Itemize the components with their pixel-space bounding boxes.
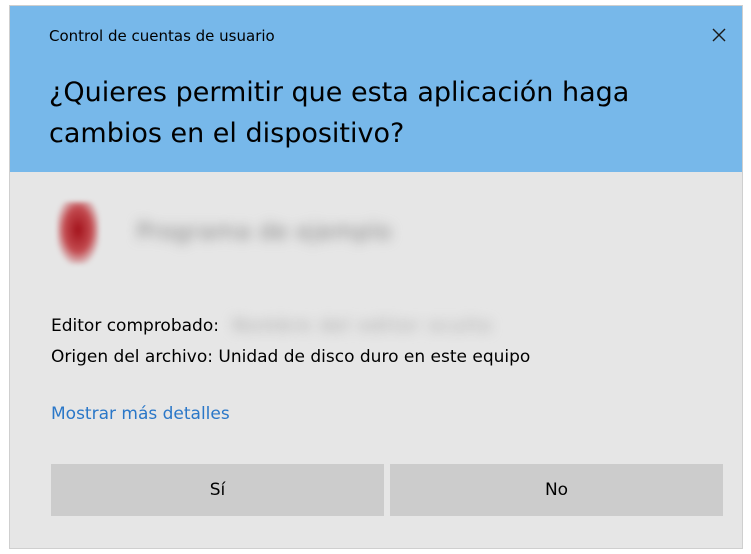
close-button[interactable] (702, 18, 736, 52)
origin-value: Unidad de disco duro en este equipo (218, 347, 531, 367)
window-title: Control de cuentas de usuario (49, 27, 275, 45)
publisher-line: Editor comprobado: Nombre del editor ocul… (51, 311, 530, 342)
prompt-question: ¿Quieres permitir que esta aplicación ha… (49, 77, 630, 149)
origin-label: Origen del archivo: (51, 347, 213, 367)
yes-button[interactable]: Sí (51, 464, 384, 516)
app-icon (57, 202, 99, 264)
publisher-label: Editor comprobado: (51, 316, 219, 336)
close-icon (711, 27, 727, 43)
publisher-value: Nombre del editor oculto (232, 316, 494, 336)
button-bar: Sí No (51, 464, 723, 516)
app-name: Programa de ejemplo (137, 220, 392, 245)
show-more-details-link[interactable]: Mostrar más detalles (51, 404, 230, 424)
uac-dialog: Control de cuentas de usuario ¿Quieres p… (10, 6, 742, 548)
no-button[interactable]: No (390, 464, 723, 516)
origin-line: Origen del archivo: Unidad de disco duro… (51, 342, 530, 373)
dialog-header: Control de cuentas de usuario ¿Quieres p… (10, 6, 742, 172)
app-identity: Programa de ejemplo (49, 196, 649, 276)
app-info: Editor comprobado: Nombre del editor ocul… (51, 311, 530, 373)
